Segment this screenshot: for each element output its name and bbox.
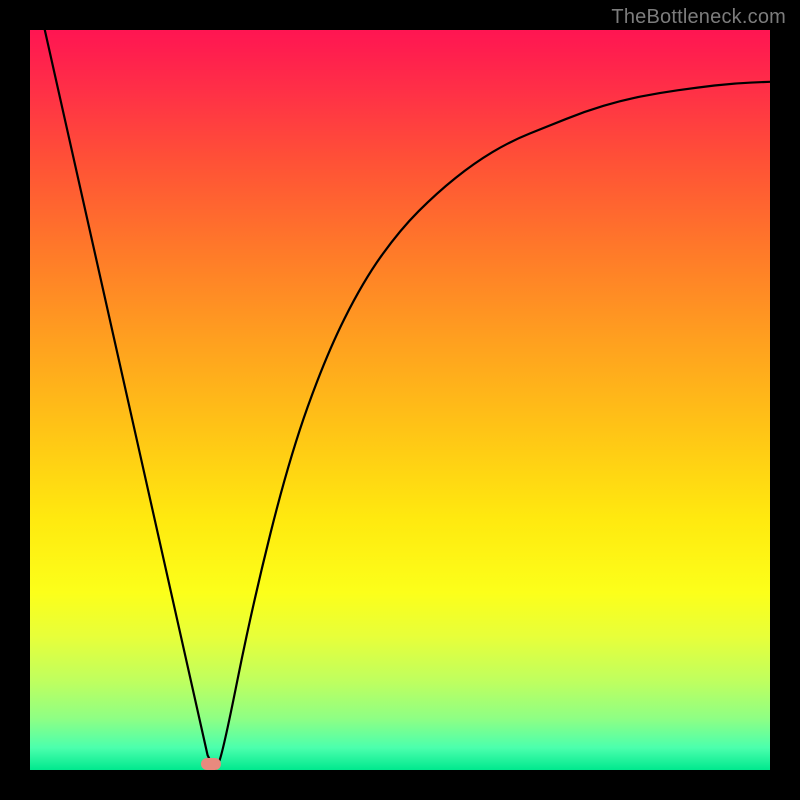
curve-path bbox=[45, 30, 770, 770]
watermark-text: TheBottleneck.com bbox=[611, 6, 786, 29]
plot-area bbox=[30, 30, 770, 770]
min-marker bbox=[201, 758, 221, 770]
chart-frame: TheBottleneck.com bbox=[0, 0, 800, 800]
curve-svg bbox=[30, 30, 770, 770]
